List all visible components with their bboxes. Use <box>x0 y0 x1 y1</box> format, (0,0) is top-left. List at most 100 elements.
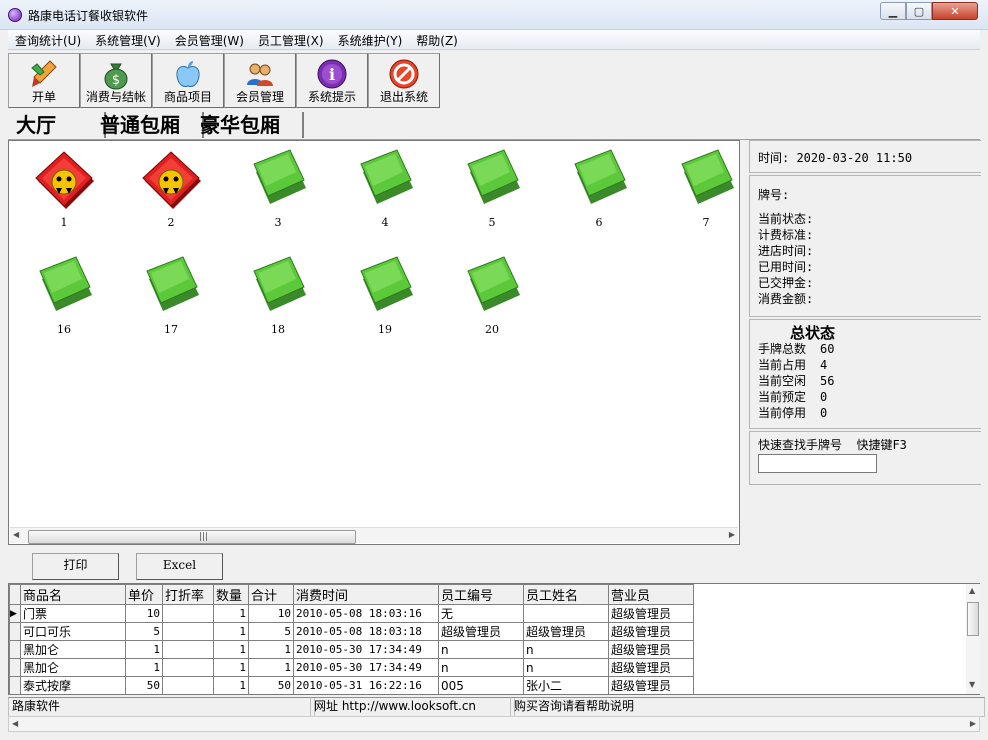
room-area: 1 2 3 4 5 6 7 16 17 18 19 20 <box>8 140 740 545</box>
table-cell: 超级管理员 <box>523 622 609 641</box>
table-cell: 门票 <box>20 604 126 623</box>
table-cell: 可口可乐 <box>20 622 126 641</box>
room-3[interactable]: 3 <box>243 146 313 236</box>
room-5[interactable]: 5 <box>457 146 527 236</box>
column-header[interactable]: 商品名 <box>20 584 126 605</box>
menu-maintenance[interactable]: 系统维护(Y) <box>331 30 410 50</box>
summary-label: 当前空闲 <box>758 374 807 388</box>
consumption-table: 商品名 单价 打折率 数量 合计 消费时间 员工编号 员工姓名 营业员 ▶ 门票 10 1 10 2010… <box>9 584 694 694</box>
menu-query[interactable]: 查询统计(U) <box>8 30 88 50</box>
menu-staff[interactable]: 员工管理(X) <box>251 30 331 50</box>
table-cell: 黑加仑 <box>20 658 126 677</box>
table-row[interactable]: 可口可乐 5 1 5 2010-05-08 18:03:18 超级管理员 超级管理员 超级管理… <box>9 622 694 641</box>
room-6[interactable]: 6 <box>564 146 634 236</box>
column-header[interactable]: 打折率 <box>162 584 214 605</box>
table-cell: 张小二 <box>523 676 609 694</box>
system-tips-button[interactable]: i 系统提示 <box>296 53 368 108</box>
column-header[interactable]: 消费时间 <box>293 584 439 605</box>
summary-value: 4 <box>820 358 828 372</box>
table-cell: 超级管理员 <box>438 622 524 641</box>
summary-value: 0 <box>820 390 828 404</box>
table-cell: 超级管理员 <box>608 622 694 641</box>
window-scrollbar[interactable]: ◀ ▶ <box>8 716 980 732</box>
room-4[interactable]: 4 <box>350 146 420 236</box>
column-header[interactable]: 合计 <box>248 584 294 605</box>
tab-deluxe-room[interactable]: 豪华包厢 <box>196 112 304 138</box>
table-row[interactable]: 泰式按摩 50 1 50 2010-05-31 16:22:16 005 张小二 超级管理员 <box>9 676 694 694</box>
table-cell: 5 <box>125 622 163 641</box>
column-header[interactable]: 数量 <box>213 584 249 605</box>
table-row[interactable]: 黑加仑 1 1 1 2010-05-30 17:34:49 n n 超级管理员 <box>9 640 694 659</box>
grid-scrollbar[interactable]: ▲ ▼ <box>966 584 980 694</box>
exit-button[interactable]: 退出系统 <box>368 53 440 108</box>
open-order-button[interactable]: 开单 <box>8 53 80 108</box>
room-1[interactable]: 1 <box>29 146 99 236</box>
row-indicator[interactable] <box>9 622 21 641</box>
table-row[interactable]: ▶ 门票 10 1 10 2010-05-08 18:03:16 无超级管理员 <box>9 604 694 623</box>
room-18[interactable]: 18 <box>243 253 313 343</box>
print-button[interactable]: 打印 <box>32 553 119 580</box>
scroll-right-icon[interactable]: ▶ <box>729 530 735 539</box>
summary-label: 当前占用 <box>758 358 807 372</box>
column-header[interactable]: 员工姓名 <box>523 584 609 605</box>
column-header[interactable]: 营业员 <box>608 584 694 605</box>
row-indicator[interactable] <box>9 640 21 659</box>
member-manage-button[interactable]: 会员管理 <box>224 53 296 108</box>
scroll-up-icon[interactable]: ▲ <box>969 586 975 595</box>
room-20[interactable]: 20 <box>457 253 527 343</box>
room-number: 19 <box>378 323 392 336</box>
scroll-right-icon[interactable]: ▶ <box>970 719 976 728</box>
checkout-button[interactable]: $ 消费与结帐 <box>80 53 152 108</box>
menu-bar: 查询统计(U) 系统管理(V) 会员管理(W) 员工管理(X) 系统维护(Y) 帮助(Z) <box>8 30 980 50</box>
maximize-button[interactable]: ▢ <box>906 2 932 20</box>
free-room-icon <box>146 256 199 311</box>
table-cell: 黑加仑 <box>20 640 126 659</box>
summary-value: 0 <box>820 406 828 420</box>
scroll-left-icon[interactable]: ◀ <box>12 719 18 728</box>
row-indicator[interactable]: ▶ <box>9 604 21 623</box>
table-cell <box>162 622 214 641</box>
table-cell: 10 <box>125 604 163 623</box>
products-button[interactable]: 商品项目 <box>152 53 224 108</box>
room-19[interactable]: 19 <box>350 253 420 343</box>
scroll-down-icon[interactable]: ▼ <box>969 680 975 689</box>
row-indicator[interactable] <box>9 658 21 677</box>
used-time: 已用时间: <box>758 260 814 274</box>
apple-icon <box>176 61 200 87</box>
toolbar-label: 会员管理 <box>235 90 284 104</box>
close-button[interactable]: ✕ <box>932 2 978 20</box>
room-7[interactable]: 7 <box>671 146 741 236</box>
card-search-input[interactable] <box>758 454 877 473</box>
table-row[interactable]: 黑加仑 1 1 1 2010-05-30 17:34:49 n n 超级管理员 <box>9 658 694 677</box>
summary-label: 手牌总数 <box>758 342 807 356</box>
app-icon <box>8 8 22 22</box>
room-16[interactable]: 16 <box>29 253 99 343</box>
info-icon: i <box>317 59 347 89</box>
table-cell: 1 <box>213 658 249 677</box>
scroll-thumb[interactable] <box>967 602 979 636</box>
summary-row: 手牌总数 60 <box>758 340 834 357</box>
menu-members[interactable]: 会员管理(W) <box>168 30 251 50</box>
table-cell <box>162 676 214 694</box>
table-cell: 1 <box>213 640 249 659</box>
toolbar-label: 系统提示 <box>307 90 356 104</box>
scroll-thumb[interactable]: ||| <box>28 530 356 544</box>
summary-value: 60 <box>820 342 835 356</box>
row-indicator[interactable] <box>9 676 21 694</box>
table-cell: 5 <box>248 622 294 641</box>
minimize-button[interactable]: ▁ <box>880 2 906 20</box>
column-header[interactable]: 单价 <box>125 584 163 605</box>
excel-button[interactable]: Excel <box>136 553 223 580</box>
column-header[interactable]: 员工编号 <box>438 584 524 605</box>
scroll-left-icon[interactable]: ◀ <box>13 530 19 539</box>
table-cell: 005 <box>438 676 524 694</box>
menu-help[interactable]: 帮助(Z) <box>409 30 465 50</box>
summary-row: 当前停用 0 <box>758 404 827 421</box>
room-2[interactable]: 2 <box>136 146 206 236</box>
room-17[interactable]: 17 <box>136 253 206 343</box>
card-number: 牌号: <box>758 188 790 202</box>
room-scrollbar[interactable]: ◀ ||| ▶ <box>10 527 738 544</box>
tab-hall[interactable]: 大厅 <box>12 112 106 138</box>
menu-system[interactable]: 系统管理(V) <box>88 30 168 50</box>
tab-standard-room[interactable]: 普通包厢 <box>96 112 204 138</box>
